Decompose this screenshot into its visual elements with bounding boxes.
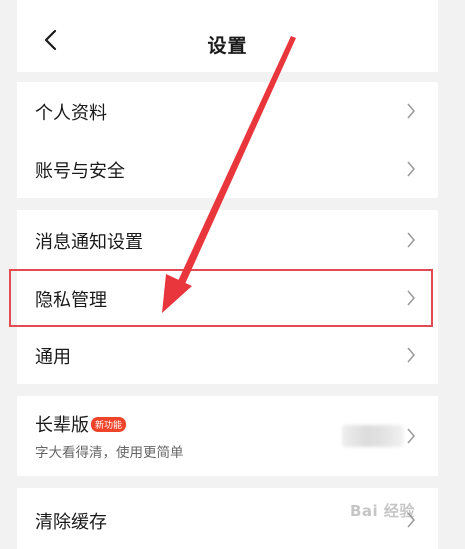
chevron-right-icon	[407, 232, 415, 248]
settings-item-label: 消息通知设置	[35, 232, 143, 253]
settings-item-notifications[interactable]: 消息通知设置	[17, 210, 438, 268]
chevron-right-icon	[407, 347, 415, 363]
elder-mode-subtitle: 字大看得清，使用更简单	[35, 445, 184, 461]
settings-item-account-security[interactable]: 账号与安全	[17, 140, 438, 198]
highlight-box	[9, 269, 433, 327]
elder-mode-label: 长辈版	[35, 415, 89, 436]
chevron-right-icon	[407, 103, 415, 119]
header-bar: 设置	[17, 0, 438, 72]
settings-item-label: 通用	[35, 347, 71, 368]
blurred-value	[342, 425, 404, 447]
settings-group-elder: 长辈版 新功能 字大看得清，使用更简单	[17, 396, 438, 476]
settings-item-general[interactable]: 通用	[17, 326, 438, 384]
settings-item-label: 清除缓存	[35, 512, 107, 533]
settings-item-label: 账号与安全	[35, 161, 125, 182]
settings-item-profile[interactable]: 个人资料	[17, 82, 438, 140]
chevron-right-icon	[407, 161, 415, 177]
new-feature-badge: 新功能	[91, 417, 127, 432]
chevron-right-icon	[407, 428, 415, 444]
watermark: Bai 经验	[350, 502, 415, 520]
settings-item-label: 长辈版 新功能	[35, 411, 127, 437]
settings-group-profile: 个人资料 账号与安全	[17, 82, 438, 198]
settings-item-elder-mode[interactable]: 长辈版 新功能 字大看得清，使用更简单	[17, 396, 438, 476]
settings-item-label: 个人资料	[35, 103, 107, 124]
page-title: 设置	[207, 35, 248, 57]
